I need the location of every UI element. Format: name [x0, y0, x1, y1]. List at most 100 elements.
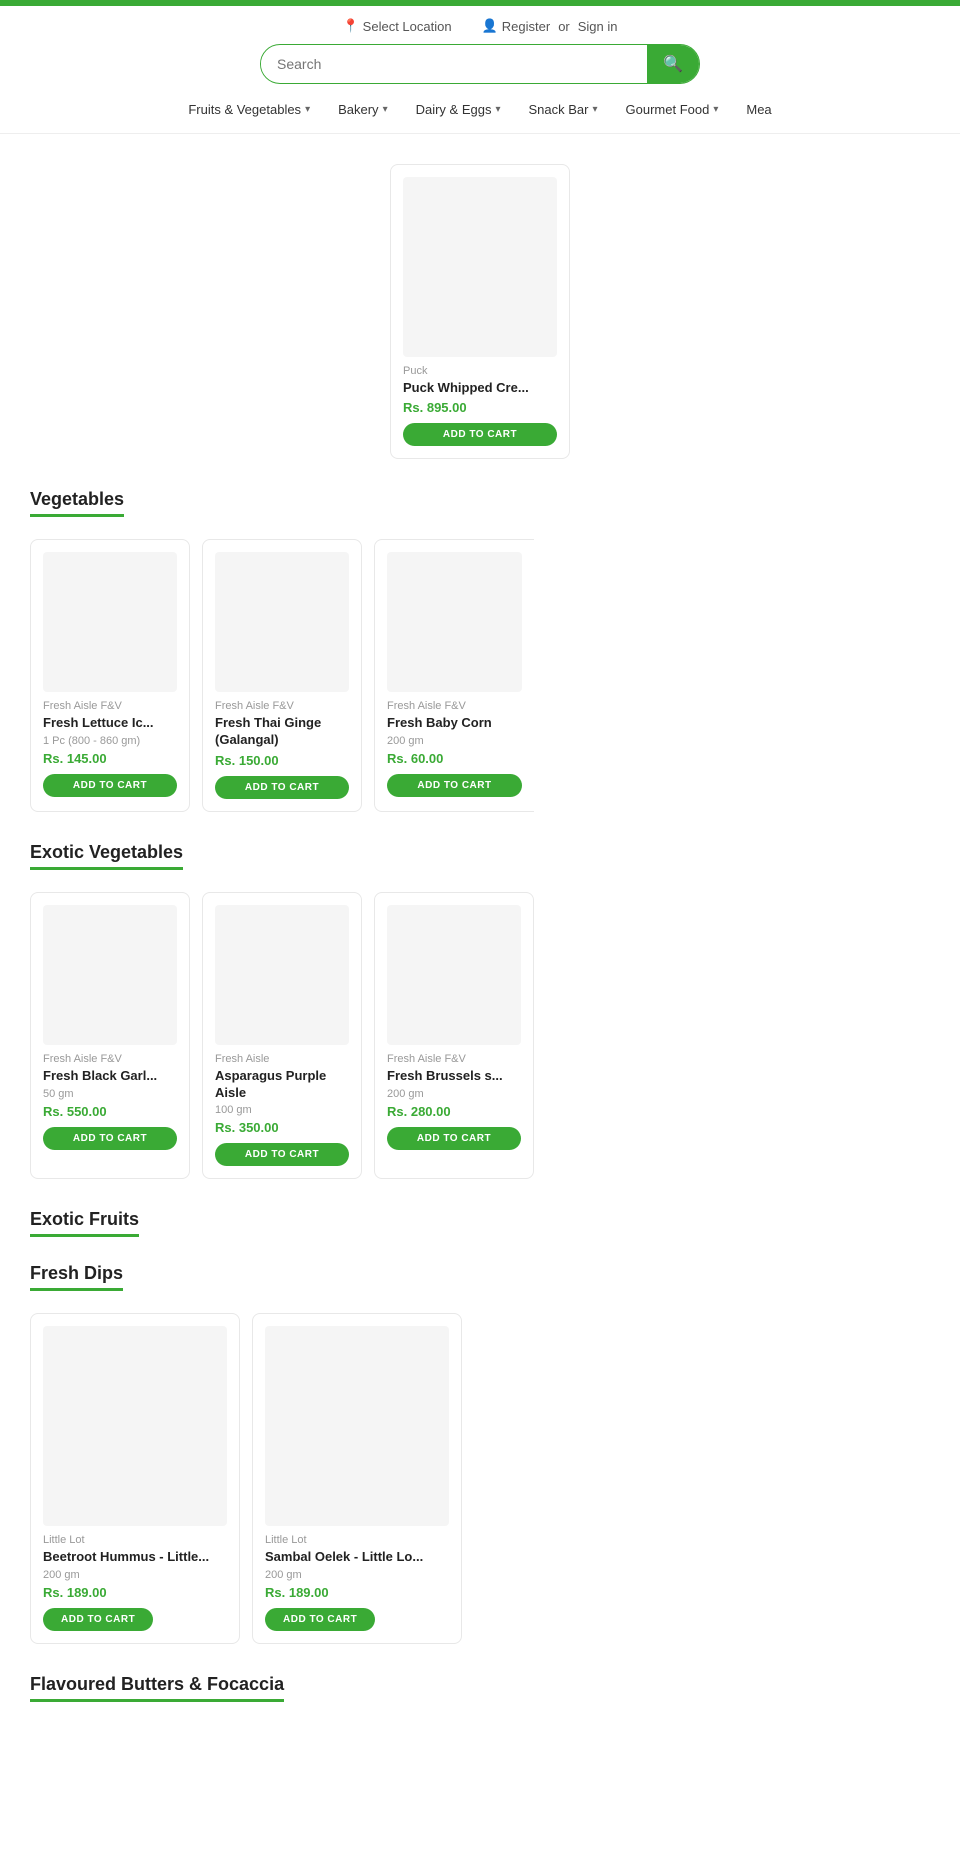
product-weight: 200 gm	[387, 1088, 521, 1100]
product-brand: Fresh Aisle	[215, 1053, 349, 1065]
location-icon: 📍	[342, 18, 358, 34]
list-item: Fresh Aisle F&V Fresh Lettuce Ic... 1 Pc…	[30, 539, 190, 812]
product-price: Rs. 550.00	[43, 1104, 177, 1119]
chevron-down-icon: ▾	[495, 104, 500, 115]
product-weight: 100 gm	[215, 1104, 349, 1116]
product-brand: Fresh Aisle F&V	[215, 700, 349, 712]
product-image	[265, 1326, 449, 1526]
add-to-cart-button[interactable]: ADD TO CART	[43, 1127, 177, 1150]
add-to-cart-button[interactable]: ADD TO CART	[215, 776, 349, 799]
product-image	[387, 552, 522, 692]
chevron-down-icon: ▾	[305, 104, 310, 115]
exotic-vegetables-section-title: Exotic Vegetables	[30, 842, 183, 870]
product-image	[387, 905, 521, 1045]
auth-links: 👤 Register or Sign in	[482, 18, 618, 34]
product-image	[43, 1326, 227, 1526]
list-item: Fresh Aisle F&V Fresh Thai Ginge (Galang…	[202, 539, 362, 812]
add-to-cart-button[interactable]: ADD TO CART	[215, 1143, 349, 1166]
product-brand: Fresh Aisle F&V	[43, 1053, 177, 1065]
search-bar-container: 🔍	[260, 44, 700, 84]
product-weight: 1 Pc (800 - 860 gm)	[43, 735, 177, 747]
product-image	[43, 905, 177, 1045]
add-to-cart-button[interactable]: ADD TO CART	[43, 1608, 153, 1631]
product-image	[43, 552, 177, 692]
product-name: Sambal Oelek - Little Lo...	[265, 1549, 449, 1566]
product-brand: Fresh Aisle F&V	[43, 700, 177, 712]
product-price: Rs. 350.00	[215, 1120, 349, 1135]
exotic-fruits-section: Exotic Fruits	[0, 1199, 960, 1253]
header: 📍 Select Location 👤 Register or Sign in …	[0, 6, 960, 134]
product-brand: Little Lot	[43, 1534, 227, 1546]
product-name: Beetroot Hummus - Little...	[43, 1549, 227, 1566]
nav-item-dairy-eggs[interactable]: Dairy & Eggs ▾	[402, 94, 515, 125]
featured-product-name: Puck Whipped Cre...	[403, 380, 557, 397]
product-weight: 200 gm	[43, 1569, 227, 1581]
product-price: Rs. 189.00	[265, 1585, 449, 1600]
register-link[interactable]: 👤 Register	[482, 18, 551, 34]
product-price: Rs. 280.00	[387, 1104, 521, 1119]
product-weight: 50 gm	[43, 1088, 177, 1100]
fresh-dips-section-title: Fresh Dips	[30, 1263, 123, 1291]
product-brand: Fresh Aisle F&V	[387, 1053, 521, 1065]
search-button[interactable]: 🔍	[647, 45, 699, 83]
vegetables-section-title: Vegetables	[30, 489, 124, 517]
product-price: Rs. 145.00	[43, 751, 177, 766]
product-weight: 200 gm	[387, 735, 522, 747]
flavoured-butters-section: Flavoured Butters & Focaccia	[0, 1664, 960, 1718]
nav-item-mea[interactable]: Mea	[732, 94, 785, 125]
list-item: Fresh Aisle F&V Fresh Black Garl... 50 g…	[30, 892, 190, 1180]
featured-add-to-cart-button[interactable]: ADD TO CART	[403, 423, 557, 446]
flavoured-butters-section-title: Flavoured Butters & Focaccia	[30, 1674, 284, 1702]
product-weight: 200 gm	[265, 1569, 449, 1581]
nav-item-snack-bar[interactable]: Snack Bar ▾	[515, 94, 612, 125]
featured-product-card: Puck Puck Whipped Cre... Rs. 895.00 ADD …	[390, 164, 570, 459]
exotic-vegetables-section: Exotic Vegetables Fresh Aisle F&V Fresh …	[0, 832, 960, 1200]
main-content: Puck Puck Whipped Cre... Rs. 895.00 ADD …	[0, 134, 960, 1738]
nav-item-gourmet-food[interactable]: Gourmet Food ▾	[612, 94, 733, 125]
list-item: Little Lot Sambal Oelek - Little Lo... 2…	[252, 1313, 462, 1644]
list-item: Little Lot Beetroot Hummus - Little... 2…	[30, 1313, 240, 1644]
list-item: Fresh Aisle F&V Fresh Brussels s... 200 …	[374, 892, 534, 1180]
header-top: 📍 Select Location 👤 Register or Sign in	[342, 18, 617, 34]
fresh-dips-section: Fresh Dips Little Lot Beetroot Hummus - …	[0, 1253, 960, 1664]
list-item: Fresh Aisle F&V Fresh Baby Corn 200 gm R…	[374, 539, 534, 812]
featured-brand: Puck	[403, 365, 557, 377]
exotic-fruits-section-title: Exotic Fruits	[30, 1209, 139, 1237]
product-name: Fresh Brussels s...	[387, 1068, 521, 1085]
product-name: Fresh Lettuce Ic...	[43, 715, 177, 732]
add-to-cart-button[interactable]: ADD TO CART	[43, 774, 177, 797]
nav-item-fruits-vegetables[interactable]: Fruits & Vegetables ▾	[174, 94, 324, 125]
product-price: Rs. 150.00	[215, 753, 349, 768]
product-brand: Fresh Aisle F&V	[387, 700, 522, 712]
list-item: Fresh Aisle Asparagus Purple Aisle 100 g…	[202, 892, 362, 1180]
chevron-down-icon: ▾	[713, 104, 718, 115]
product-name: Fresh Black Garl...	[43, 1068, 177, 1085]
featured-product-price: Rs. 895.00	[403, 400, 557, 415]
vegetables-section: Vegetables Fresh Aisle F&V Fresh Lettuce…	[0, 479, 960, 832]
exotic-vegetables-products-row: Fresh Aisle F&V Fresh Black Garl... 50 g…	[30, 892, 930, 1180]
user-icon: 👤	[482, 18, 498, 34]
main-nav: Fruits & Vegetables ▾ Bakery ▾ Dairy & E…	[174, 94, 785, 125]
add-to-cart-button[interactable]: ADD TO CART	[265, 1608, 375, 1631]
add-to-cart-button[interactable]: ADD TO CART	[387, 774, 522, 797]
search-input[interactable]	[261, 47, 647, 81]
add-to-cart-button[interactable]: ADD TO CART	[387, 1127, 521, 1150]
nav-item-bakery[interactable]: Bakery ▾	[324, 94, 402, 125]
vegetables-products-row: Fresh Aisle F&V Fresh Lettuce Ic... 1 Pc…	[30, 539, 930, 812]
featured-section: Puck Puck Whipped Cre... Rs. 895.00 ADD …	[0, 154, 960, 479]
product-name: Fresh Thai Ginge (Galangal)	[215, 715, 349, 749]
fresh-dips-products-row: Little Lot Beetroot Hummus - Little... 2…	[30, 1313, 930, 1644]
sign-in-link[interactable]: Sign in	[578, 19, 618, 34]
product-image	[215, 552, 349, 692]
product-name: Fresh Baby Corn	[387, 715, 522, 732]
product-price: Rs. 60.00	[387, 751, 522, 766]
search-icon: 🔍	[663, 56, 683, 73]
product-image	[215, 905, 349, 1045]
chevron-down-icon: ▾	[383, 104, 388, 115]
product-name: Asparagus Purple Aisle	[215, 1068, 349, 1102]
product-price: Rs. 189.00	[43, 1585, 227, 1600]
auth-separator: or	[558, 19, 570, 34]
product-brand: Little Lot	[265, 1534, 449, 1546]
select-location[interactable]: 📍 Select Location	[342, 18, 451, 34]
featured-product-image	[403, 177, 557, 357]
